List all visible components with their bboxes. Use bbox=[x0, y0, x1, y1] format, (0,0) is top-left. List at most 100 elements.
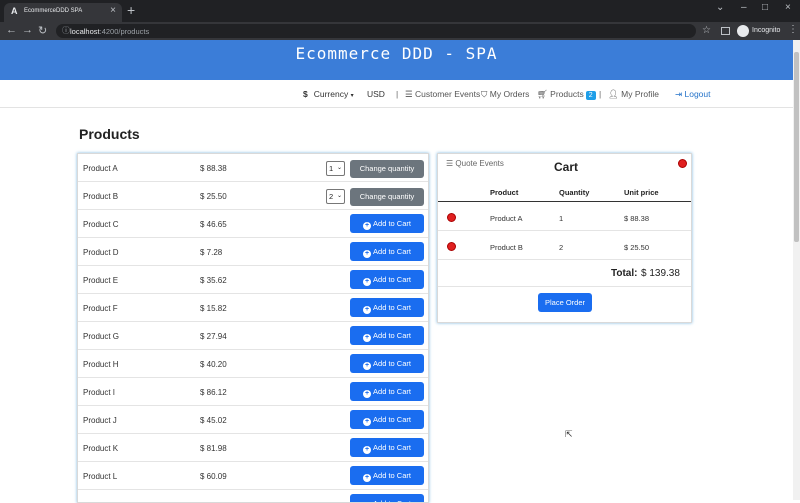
close-tab-icon[interactable]: × bbox=[110, 5, 116, 16]
site-info-icon[interactable]: ⓘ bbox=[62, 25, 70, 36]
product-row: Product L $ 60.09 + Add to Cart bbox=[78, 462, 428, 490]
plus-circle-icon: + bbox=[363, 250, 372, 258]
nav-my-profile[interactable]: 👤︎ My Profile bbox=[608, 89, 659, 100]
cart-count-badge: 2 bbox=[585, 91, 596, 100]
bookmark-star-icon[interactable]: ☆ bbox=[702, 25, 711, 36]
incognito-icon[interactable] bbox=[737, 25, 749, 37]
scrollbar-thumb[interactable] bbox=[794, 52, 799, 242]
change-quantity-button[interactable]: Change quantity bbox=[350, 188, 424, 206]
add-to-cart-button[interactable]: +Add to Cart bbox=[350, 438, 424, 457]
browser-tab[interactable]: A EcommerceDDD SPA × bbox=[4, 3, 122, 22]
product-row: Product J $ 45.02 + Add to Cart bbox=[78, 406, 428, 434]
product-name: Product G bbox=[83, 332, 120, 341]
forward-icon[interactable]: → bbox=[22, 24, 33, 36]
add-to-cart-label: Add to Cart bbox=[373, 247, 411, 256]
add-to-cart-button[interactable]: +Add to Cart bbox=[350, 298, 424, 317]
product-name: Product J bbox=[83, 416, 117, 425]
quote-events-link[interactable]: ☰ Quote Events bbox=[446, 159, 504, 168]
plus-circle-icon: + bbox=[363, 446, 372, 454]
add-to-cart-button[interactable]: +Add to Cart bbox=[350, 466, 424, 485]
url-input[interactable]: ⓘ localhost:4200/products bbox=[56, 24, 696, 38]
product-name: Product I bbox=[83, 388, 116, 397]
cart-row: Product B 2 $ 25.50 bbox=[438, 231, 691, 260]
add-to-cart-label: Add to Cart bbox=[373, 443, 411, 452]
add-to-cart-button[interactable]: +Add to Cart bbox=[350, 242, 424, 261]
page-title: Products bbox=[79, 126, 140, 142]
product-row: Product B $ 25.50 2 ⌄ Change quantity bbox=[78, 182, 428, 210]
minimize-icon[interactable]: – bbox=[741, 2, 747, 13]
app-title: Ecommerce DDD - SPA bbox=[295, 44, 498, 63]
quantity-select[interactable]: 2 ⌄ bbox=[326, 189, 345, 204]
app-header: Ecommerce DDD - SPA bbox=[0, 40, 793, 80]
nav-logout[interactable]: ⇥ Logout bbox=[675, 89, 711, 100]
change-quantity-button[interactable]: Change quantity bbox=[350, 160, 424, 178]
add-to-cart-button[interactable]: +Add to Cart bbox=[350, 410, 424, 429]
logout-icon: ⇥ bbox=[675, 89, 683, 99]
page-scrollbar[interactable] bbox=[793, 40, 800, 500]
place-order-button[interactable]: Place Order bbox=[538, 293, 592, 312]
add-to-cart-button[interactable]: +Add to Cart bbox=[350, 214, 424, 233]
cart-item-price: $ 88.38 bbox=[624, 214, 650, 223]
product-price: $ 45.02 bbox=[200, 416, 227, 425]
quantity-select[interactable]: 1 ⌄ bbox=[326, 161, 345, 176]
cart-title: Cart bbox=[554, 160, 579, 174]
side-panel-icon[interactable] bbox=[721, 27, 730, 35]
currency-dropdown[interactable]: $ Currency ▾ bbox=[303, 89, 354, 99]
add-to-cart-button[interactable]: +Add to Cart bbox=[350, 382, 424, 401]
product-name: Product B bbox=[83, 192, 119, 201]
add-to-cart-button[interactable]: +Add to Cart bbox=[350, 270, 424, 289]
products-list: Product A $ 88.38 1 ⌄ Change quantity Product… bbox=[77, 153, 429, 503]
close-window-icon[interactable]: × bbox=[785, 2, 791, 13]
user-icon: 👤︎ bbox=[608, 89, 619, 99]
cart-total-row: Total: $ 139.38 bbox=[438, 260, 691, 287]
add-to-cart-button[interactable]: +Add to Cart bbox=[350, 326, 424, 345]
add-to-cart-label: Add to Cart bbox=[373, 415, 411, 424]
product-name: Product E bbox=[83, 276, 119, 285]
remove-item-icon[interactable] bbox=[447, 242, 456, 251]
maximize-icon[interactable]: □ bbox=[762, 2, 768, 13]
browser-tab-bar: A EcommerceDDD SPA × + ⌄ – □ × bbox=[0, 0, 800, 22]
nav-customer-events[interactable]: ☰ Customer Events bbox=[405, 89, 480, 100]
product-row: Product E $ 35.62 + Add to Cart bbox=[78, 266, 428, 294]
product-name: Product L bbox=[83, 472, 118, 481]
profile-label[interactable]: Incognito bbox=[752, 27, 780, 34]
product-name: Product H bbox=[83, 360, 119, 369]
list-icon: ☰ bbox=[405, 89, 413, 99]
product-row: Product F $ 15.82 + Add to Cart bbox=[78, 294, 428, 322]
product-row: Product C $ 46.65 + Add to Cart bbox=[78, 210, 428, 238]
add-to-cart-label: Add to Cart bbox=[373, 275, 411, 284]
remove-all-icon[interactable] bbox=[678, 159, 687, 168]
add-to-cart-label: Add to Cart bbox=[373, 331, 411, 340]
nav-my-orders[interactable]: ⛉ My Orders bbox=[481, 89, 529, 100]
tab-search-icon[interactable]: ⌄ bbox=[716, 2, 724, 13]
product-row: Product A $ 88.38 1 ⌄ Change quantity bbox=[78, 154, 428, 182]
cart-item-price: $ 25.50 bbox=[624, 243, 650, 252]
remove-item-icon[interactable] bbox=[447, 213, 456, 222]
plus-circle-icon: + bbox=[363, 222, 372, 230]
add-to-cart-label: Add to Cart bbox=[373, 219, 411, 228]
add-to-cart-button[interactable]: +Add to Cart bbox=[350, 494, 424, 502]
cart-row: Product A 1 $ 88.38 bbox=[438, 202, 691, 231]
plus-circle-icon: + bbox=[363, 362, 372, 370]
back-icon[interactable]: ← bbox=[6, 24, 17, 36]
product-row: Product K $ 81.98 + Add to Cart bbox=[78, 434, 428, 462]
reload-icon[interactable]: ↻ bbox=[38, 24, 47, 37]
total-value: $ 139.38 bbox=[641, 268, 680, 279]
cart-item-product: Product A bbox=[490, 214, 523, 223]
header-unit-price: Unit price bbox=[624, 188, 659, 197]
header-product: Product bbox=[490, 188, 519, 197]
nav-products[interactable]: 🛒︎ Products 2 bbox=[537, 89, 596, 100]
product-name: Product A bbox=[83, 164, 118, 173]
product-row: Product D $ 7.28 + Add to Cart bbox=[78, 238, 428, 266]
browser-menu-icon[interactable]: ⋮ bbox=[788, 24, 798, 35]
product-price: $ 7.28 bbox=[200, 248, 223, 257]
plus-circle-icon: + bbox=[363, 306, 372, 314]
add-to-cart-label: Add to Cart bbox=[373, 471, 411, 480]
product-row: Product I $ 86.12 + Add to Cart bbox=[78, 378, 428, 406]
product-row: Product H $ 40.20 + Add to Cart bbox=[78, 350, 428, 378]
add-to-cart-button[interactable]: +Add to Cart bbox=[350, 354, 424, 373]
add-to-cart-label: Add to Cart bbox=[373, 387, 411, 396]
new-tab-icon[interactable]: + bbox=[127, 2, 135, 18]
total-label: Total: bbox=[611, 268, 638, 279]
address-bar-row: ← → ↻ ⓘ localhost:4200/products ☆ Incogn… bbox=[0, 22, 800, 40]
